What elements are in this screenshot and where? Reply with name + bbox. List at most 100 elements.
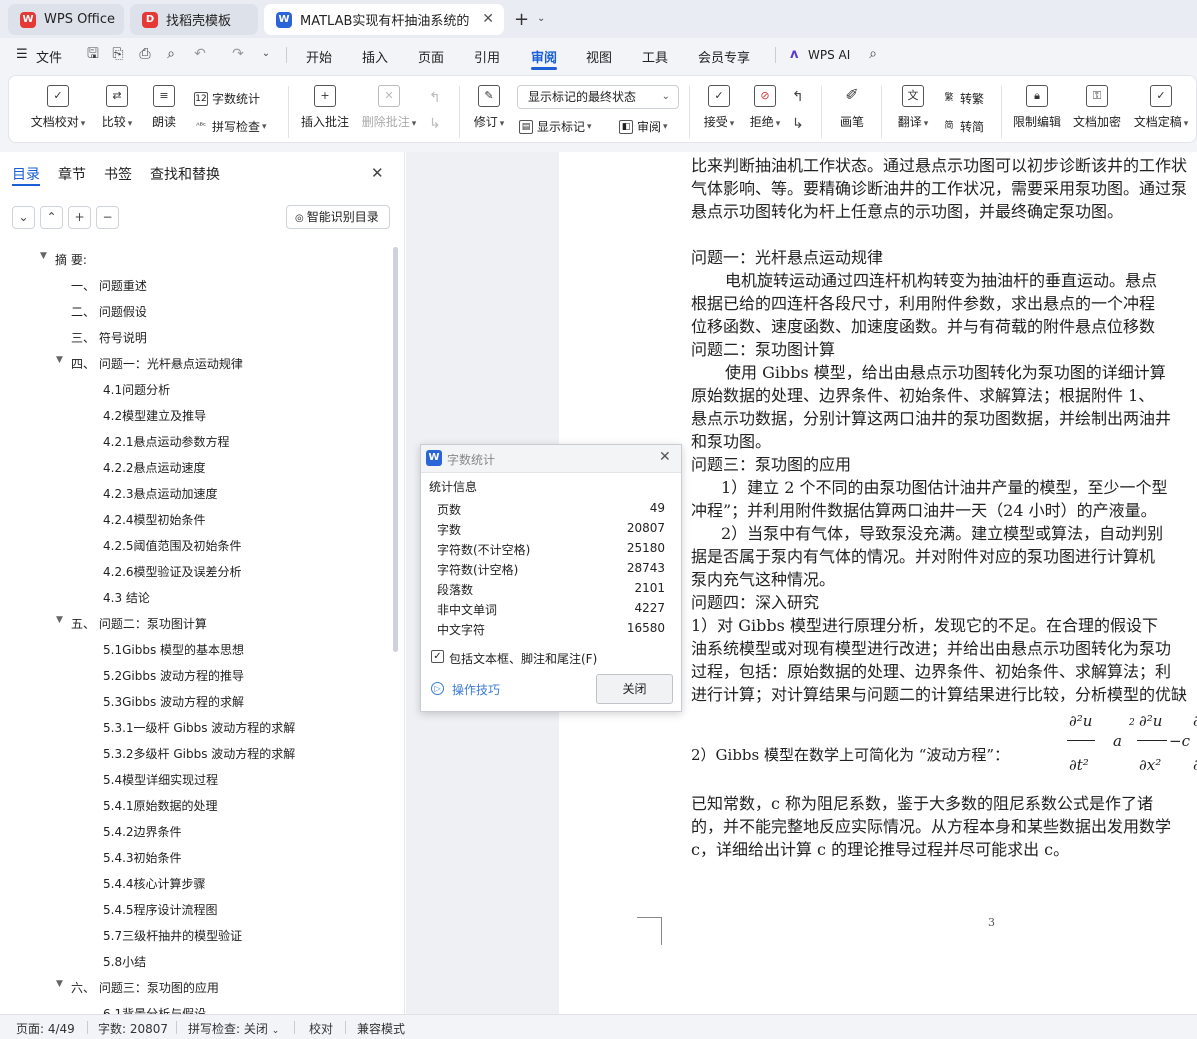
restrict-edit-button[interactable]: 🔒︎ 限制编辑 xyxy=(1009,85,1065,130)
collapse-all-icon[interactable]: ⌄ xyxy=(12,206,35,229)
accept-button[interactable]: ✓ 接受 ▾ xyxy=(699,85,739,130)
expand-up-icon[interactable]: ⌃ xyxy=(40,206,63,229)
menu-insert[interactable]: 插入 xyxy=(362,47,388,66)
undo-icon[interactable]: ↶ xyxy=(192,46,208,62)
toc-item[interactable]: 5.8小结 xyxy=(103,953,146,970)
menu-references[interactable]: 引用 xyxy=(474,47,500,66)
save-icon[interactable]: 🖫 xyxy=(85,46,101,62)
review-pane-button[interactable]: ◧ 审阅 ▾ xyxy=(619,118,668,135)
close-button[interactable]: 关闭 xyxy=(596,674,673,704)
toc-item[interactable]: 5.4.3初始条件 xyxy=(103,849,182,866)
doc-check-button[interactable]: ✓ 文档校对 ▾ xyxy=(29,85,87,130)
toc-item[interactable]: 5.4.2边界条件 xyxy=(103,823,182,840)
insert-comment-button[interactable]: + 插入批注 xyxy=(299,85,351,130)
tab-list-chevron-icon[interactable]: ⌄ xyxy=(537,13,545,24)
menu-page[interactable]: 页面 xyxy=(418,47,444,66)
close-pane-icon[interactable]: ✕ xyxy=(371,164,384,182)
to-simplified-button[interactable]: 简转简 xyxy=(942,118,984,135)
word-count-button[interactable]: 12 字数统计 xyxy=(194,90,260,107)
toc-item[interactable]: 5.4.5程序设计流程图 xyxy=(103,901,218,918)
toc-item[interactable]: 二、 问题假设 xyxy=(71,303,147,320)
export-icon[interactable]: ⎘ xyxy=(110,46,126,62)
toc-item[interactable]: ▼ 五、 问题二：泵功图计算 xyxy=(56,615,207,632)
delete-comment-button[interactable]: ✕ 删除批注 ▾ xyxy=(359,85,419,130)
toc-item[interactable]: 4.2.5阈值范围及初始条件 xyxy=(103,537,242,554)
toc-item[interactable]: 5.4.1原始数据的处理 xyxy=(103,797,218,814)
remove-heading-icon[interactable]: − xyxy=(96,206,119,229)
dialog-close-icon[interactable]: ✕ xyxy=(659,449,671,465)
toc-item[interactable]: ▼ 六、 问题三：泵功图的应用 xyxy=(56,979,219,996)
revise-button[interactable]: ✎ 修订 ▾ xyxy=(469,85,509,130)
new-tab-icon[interactable]: + xyxy=(514,9,529,30)
toc-item[interactable]: ▼ 摘 要: xyxy=(40,251,87,268)
close-tab-icon[interactable]: ✕ xyxy=(482,11,494,27)
toc-item[interactable]: 一、 问题重述 xyxy=(71,277,147,294)
expand-triangle-icon[interactable]: ▼ xyxy=(56,615,63,625)
tab-docer[interactable]: D 找稻壳模板 xyxy=(130,4,258,35)
toc-item[interactable]: 5.4.4核心计算步骤 xyxy=(103,875,206,892)
redo-icon[interactable]: ↷ xyxy=(230,46,246,62)
toc-item[interactable]: 4.3 结论 xyxy=(103,589,150,606)
read-aloud-button[interactable]: ≡ 朗读 xyxy=(147,85,181,130)
prev-revision-icon[interactable]: ↰ xyxy=(792,89,804,105)
finalize-button[interactable]: ✓ 文档定稿 ▾ xyxy=(1129,85,1193,130)
tab-bookmarks[interactable]: 书签 xyxy=(104,164,132,184)
menu-tools[interactable]: 工具 xyxy=(642,47,668,66)
toc-item[interactable]: 4.2.1悬点运动参数方程 xyxy=(103,433,230,450)
toc-item[interactable]: 5.3.2多级杆 Gibbs 波动方程的求解 xyxy=(103,745,295,762)
toc-item[interactable]: 4.2.6模型验证及误差分析 xyxy=(103,563,242,580)
add-heading-icon[interactable]: + xyxy=(68,206,91,229)
status-spell-check[interactable]: 拼写检查: 关闭 ⌄ xyxy=(188,1020,279,1037)
expand-triangle-icon[interactable]: ▼ xyxy=(40,251,47,261)
menu-file[interactable]: 文件 xyxy=(36,47,62,66)
toc-item[interactable]: 4.2.2悬点运动速度 xyxy=(103,459,206,476)
menu-review[interactable]: 审阅 xyxy=(531,47,557,66)
toc-item[interactable]: 5.3.1一级杆 Gibbs 波动方程的求解 xyxy=(103,719,295,736)
hamburger-menu-icon[interactable]: ☰ xyxy=(16,47,28,62)
status-word-count[interactable]: 字数: 20807 xyxy=(98,1020,168,1037)
search-icon[interactable]: ⌕ xyxy=(865,46,881,62)
tab-document[interactable]: W MATLAB实现有杆抽油系统的 ✕ xyxy=(264,4,504,35)
pen-button[interactable]: ✐ 画笔 xyxy=(834,85,870,130)
toc-item[interactable]: 4.2.4模型初始条件 xyxy=(103,511,206,528)
toc-item[interactable]: 4.1问题分析 xyxy=(103,381,170,398)
reject-button[interactable]: ⊘ 拒绝 ▾ xyxy=(745,85,785,130)
print-icon[interactable]: ⎙ xyxy=(137,46,153,62)
toc-item[interactable]: ▼ 四、 问题一：光杆悬点运动规律 xyxy=(56,355,243,372)
toc-item[interactable]: 4.2模型建立及推导 xyxy=(103,407,206,424)
translate-button[interactable]: 文 翻译 ▾ xyxy=(891,85,935,130)
toc-item[interactable]: 5.4模型详细实现过程 xyxy=(103,771,218,788)
print-preview-icon[interactable]: ⌕ xyxy=(163,46,179,62)
quick-access-chevron-icon[interactable]: ⌄ xyxy=(258,46,274,62)
toc-item[interactable]: 5.1Gibbs 模型的基本思想 xyxy=(103,641,244,658)
to-traditional-button[interactable]: 繁转繁 xyxy=(942,90,984,107)
next-revision-icon[interactable]: ↳ xyxy=(792,116,804,132)
scrollbar[interactable] xyxy=(393,247,398,652)
tab-wps-office[interactable]: W WPS Office xyxy=(8,4,124,35)
toc-item[interactable]: 5.2Gibbs 波动方程的推导 xyxy=(103,667,244,684)
status-proofread[interactable]: 校对 xyxy=(309,1020,333,1037)
menu-home[interactable]: 开始 xyxy=(306,47,332,66)
show-markup-button[interactable]: ▤ 显示标记 ▾ xyxy=(519,118,592,135)
toc-item[interactable]: 三、 符号说明 xyxy=(71,329,147,346)
menu-wps-ai[interactable]: WPS AI xyxy=(808,48,850,62)
menu-member[interactable]: 会员专享 xyxy=(698,47,750,66)
encrypt-button[interactable]: ⚿ 文档加密 xyxy=(1069,85,1125,130)
toc-item[interactable]: 5.7三级杆抽井的模型验证 xyxy=(103,927,242,944)
toc-item[interactable]: 5.3Gibbs 波动方程的求解 xyxy=(103,693,244,710)
menu-view[interactable]: 视图 xyxy=(586,47,612,66)
tab-find-replace[interactable]: 查找和替换 xyxy=(150,164,220,184)
tips-link[interactable]: 操作技巧 xyxy=(452,681,500,698)
compare-button[interactable]: ⇄ 比较 ▾ xyxy=(97,85,137,130)
expand-triangle-icon[interactable]: ▼ xyxy=(56,355,63,365)
next-comment-icon[interactable]: ↳ xyxy=(429,116,441,132)
status-page[interactable]: 页面: 4/49 xyxy=(16,1020,75,1037)
tab-chapters[interactable]: 章节 xyxy=(58,164,86,184)
smart-toc-button[interactable]: ◎ 智能识别目录 xyxy=(286,205,390,229)
include-textbox-checkbox[interactable]: ✓ xyxy=(431,650,444,663)
spell-check-button[interactable]: ᴬᴮᶜ 拼写检查 ▾ xyxy=(194,118,266,135)
expand-triangle-icon[interactable]: ▼ xyxy=(56,979,63,989)
prev-comment-icon[interactable]: ↰ xyxy=(429,90,441,106)
tab-toc[interactable]: 目录 xyxy=(12,164,40,184)
markup-state-select[interactable]: 显示标记的最终状态 ⌄ xyxy=(517,85,679,109)
